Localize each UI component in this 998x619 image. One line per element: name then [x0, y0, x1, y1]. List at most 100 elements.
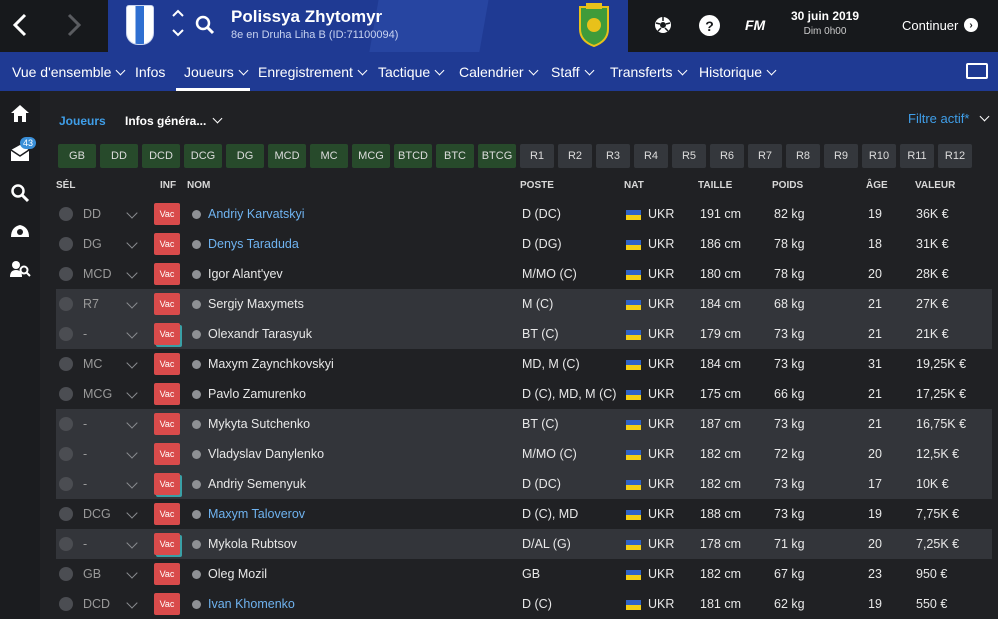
chip-role[interactable]: R2: [558, 144, 592, 168]
chevron-down-icon[interactable]: [126, 387, 138, 399]
col-poids[interactable]: POIDS: [772, 180, 803, 191]
select-checkbox[interactable]: [59, 297, 73, 311]
col-taille[interactable]: TAILLE: [698, 180, 732, 191]
info-icon[interactable]: [192, 420, 201, 429]
continue-button[interactable]: Continuer: [902, 18, 958, 33]
chevron-down-icon[interactable]: [126, 267, 138, 279]
col-sel[interactable]: SÉL: [56, 180, 75, 191]
table-row[interactable]: DG Vac Denys Taraduda D (DG) UKR 186 cm 78 kg 1…: [56, 229, 992, 259]
chip-role[interactable]: R5: [672, 144, 706, 168]
player-name[interactable]: Mykola Rubtsov: [208, 537, 297, 551]
col-age[interactable]: ÂGE: [866, 180, 888, 191]
select-checkbox[interactable]: [59, 507, 73, 521]
role-selector[interactable]: DG: [83, 237, 102, 251]
role-selector[interactable]: GB: [83, 567, 101, 581]
chevron-down-icon[interactable]: [126, 357, 138, 369]
table-row[interactable]: MC Vac Maxym Zaynchkovskyi MD, M (C) UKR 184 …: [56, 349, 992, 379]
player-name[interactable]: Ivan Khomenko: [208, 597, 295, 611]
screen-icon[interactable]: [966, 63, 988, 79]
chip-position[interactable]: MCG: [352, 144, 390, 168]
menu-calendrier[interactable]: Calendrier: [459, 64, 539, 80]
menu-vue-ensemble[interactable]: Vue d'ensemble: [12, 64, 126, 80]
vacation-badge[interactable]: Vac: [154, 593, 180, 615]
player-name[interactable]: Andriy Semenyuk: [208, 477, 306, 491]
menu-tactique[interactable]: Tactique: [378, 64, 445, 80]
chip-role[interactable]: R12: [938, 144, 972, 168]
vacation-badge[interactable]: Vac: [154, 353, 180, 375]
chip-role[interactable]: R3: [596, 144, 630, 168]
table-row[interactable]: - Vac Andriy Semenyuk D (DC) UKR 182 cm 73 kg 1…: [56, 469, 992, 499]
chevron-down-icon[interactable]: [126, 477, 138, 489]
info-icon[interactable]: [192, 510, 201, 519]
chevron-down-icon[interactable]: [126, 447, 138, 459]
info-icon[interactable]: [192, 570, 201, 579]
chevron-down-icon[interactable]: [126, 537, 138, 549]
table-row[interactable]: MCG Vac Pavlo Zamurenko D (C), MD, M (C) UKR…: [56, 379, 992, 409]
player-name[interactable]: Sergiy Maxymets: [208, 297, 304, 311]
vacation-badge[interactable]: Vac: [154, 413, 180, 435]
ball-icon[interactable]: [653, 15, 673, 35]
player-name[interactable]: Vladyslav Danylenko: [208, 447, 324, 461]
role-selector[interactable]: -: [83, 327, 87, 341]
player-name[interactable]: Denys Taraduda: [208, 237, 299, 251]
select-checkbox[interactable]: [59, 597, 73, 611]
select-checkbox[interactable]: [59, 207, 73, 221]
role-selector[interactable]: -: [83, 417, 87, 431]
continue-arrow-icon[interactable]: ›: [964, 18, 978, 32]
menu-enregistrement[interactable]: Enregistrement: [258, 64, 368, 80]
chevron-down-icon[interactable]: [126, 207, 138, 219]
info-icon[interactable]: [192, 540, 201, 549]
role-selector[interactable]: R7: [83, 297, 99, 311]
menu-infos[interactable]: Infos: [135, 64, 165, 80]
scouting-icon[interactable]: [8, 219, 32, 243]
table-row[interactable]: GB Vac Oleg Mozil GB UKR 182 cm 67 kg 23 950 €: [56, 559, 992, 589]
player-name[interactable]: Olexandr Tarasyuk: [208, 327, 312, 341]
player-name[interactable]: Oleg Mozil: [208, 567, 267, 581]
info-icon[interactable]: [192, 390, 201, 399]
chevron-down-icon[interactable]: [126, 237, 138, 249]
player-name[interactable]: Mykyta Sutchenko: [208, 417, 310, 431]
chevron-down-icon[interactable]: [126, 597, 138, 609]
club-switch-icon[interactable]: [170, 6, 186, 42]
back-arrow-icon[interactable]: [4, 8, 38, 42]
vacation-badge[interactable]: Vac: [154, 233, 180, 255]
info-icon[interactable]: [192, 360, 201, 369]
role-selector[interactable]: MC: [83, 357, 102, 371]
select-checkbox[interactable]: [59, 237, 73, 251]
search-players-icon[interactable]: [8, 181, 32, 205]
select-checkbox[interactable]: [59, 477, 73, 491]
player-name[interactable]: Maxym Taloverov: [208, 507, 305, 521]
filter-dropdown[interactable]: Filtre actif*: [908, 111, 990, 126]
chip-role[interactable]: R4: [634, 144, 668, 168]
chip-role[interactable]: R11: [900, 144, 934, 168]
chip-position[interactable]: DCG: [184, 144, 222, 168]
menu-staff[interactable]: Staff: [551, 64, 594, 80]
table-row[interactable]: - Vac Mykola Rubtsov D/AL (G) UKR 178 cm 71 kg…: [56, 529, 992, 559]
col-nom[interactable]: NOM: [187, 180, 210, 191]
table-row[interactable]: DCG Vac Maxym Taloverov D (C), MD UKR 188 cm 7…: [56, 499, 992, 529]
select-checkbox[interactable]: [59, 417, 73, 431]
chip-position[interactable]: BTC: [436, 144, 474, 168]
col-inf[interactable]: INF: [160, 180, 176, 191]
chevron-down-icon[interactable]: [126, 297, 138, 309]
vacation-badge[interactable]: Vac: [154, 323, 180, 345]
role-selector[interactable]: DCD: [83, 597, 110, 611]
club-name[interactable]: Polissya Zhytomyr: [231, 7, 382, 27]
vacation-badge[interactable]: Vac: [154, 503, 180, 525]
role-selector[interactable]: DCG: [83, 507, 111, 521]
table-row[interactable]: DCD Vac Ivan Khomenko D (C) UKR 181 cm 62 kg 19…: [56, 589, 992, 619]
select-checkbox[interactable]: [59, 267, 73, 281]
vacation-badge[interactable]: Vac: [154, 533, 180, 555]
role-selector[interactable]: MCG: [83, 387, 112, 401]
chip-role[interactable]: R9: [824, 144, 858, 168]
role-selector[interactable]: -: [83, 447, 87, 461]
view-selector[interactable]: Infos généra...: [125, 113, 223, 128]
chip-position[interactable]: DD: [100, 144, 138, 168]
menu-transferts[interactable]: Transferts: [610, 64, 687, 80]
info-icon[interactable]: [192, 450, 201, 459]
chip-position[interactable]: MC: [310, 144, 348, 168]
chip-role[interactable]: R1: [520, 144, 554, 168]
chip-role[interactable]: R7: [748, 144, 782, 168]
vacation-badge[interactable]: Vac: [154, 293, 180, 315]
chevron-down-icon[interactable]: [126, 567, 138, 579]
